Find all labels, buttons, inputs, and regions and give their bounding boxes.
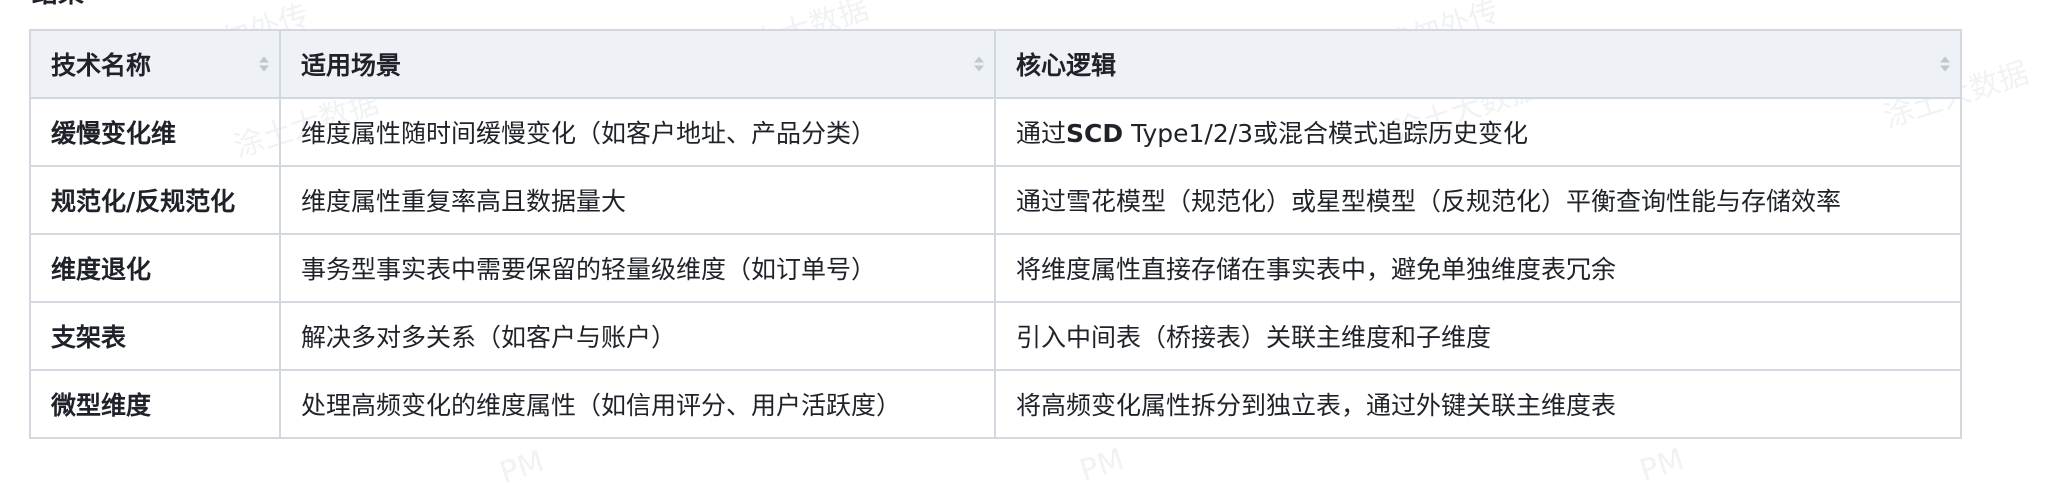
sort-icon[interactable] — [259, 56, 269, 72]
tech-name-cell: 维度退化 — [29, 233, 281, 303]
tech-name-cell: 支架表 — [29, 301, 281, 371]
scenario-cell: 事务型事实表中需要保留的轻量级维度（如订单号） — [279, 233, 996, 303]
table-row: 支架表 解决多对多关系（如客户与账户） 引入中间表（桥接表）关联主维度和子维度 — [29, 301, 1962, 371]
logic-cell: 通过雪花模型（规范化）或星型模型（反规范化）平衡查询性能与存储效率 — [994, 165, 1962, 235]
logic-cell: 通过SCD Type1/2/3或混合模式追踪历史变化 — [994, 97, 1962, 167]
logic-text: Type1/2/3或混合模式追踪历史变化 — [1123, 119, 1529, 148]
table-row: 缓慢变化维 维度属性随时间缓慢变化（如客户地址、产品分类） 通过SCD Type… — [29, 97, 1962, 167]
column-header-scenario[interactable]: 适用场景 — [279, 29, 996, 99]
tech-name-cell: 微型维度 — [29, 369, 281, 439]
table-row: 规范化/反规范化 维度属性重复率高且数据量大 通过雪花模型（规范化）或星型模型（… — [29, 165, 1962, 235]
watermark-text: PM — [1635, 442, 1689, 489]
table-row: 维度退化 事务型事实表中需要保留的轻量级维度（如订单号） 将维度属性直接存储在事… — [29, 233, 1962, 303]
column-header-logic[interactable]: 核心逻辑 — [994, 29, 1962, 99]
table-header-row: 技术名称 适用场景 核心逻辑 — [29, 29, 1962, 99]
column-header-label: 核心逻辑 — [1016, 51, 1117, 80]
logic-text: 通过 — [1016, 119, 1067, 148]
section-heading: 结果 — [32, 0, 84, 7]
logic-bold-text: SCD — [1066, 119, 1124, 148]
logic-cell: 将高频变化属性拆分到独立表，通过外键关联主维度表 — [994, 369, 1962, 439]
scenario-cell: 处理高频变化的维度属性（如信用评分、用户活跃度） — [279, 369, 996, 439]
tech-name-cell: 缓慢变化维 — [29, 97, 281, 167]
column-header-tech-name[interactable]: 技术名称 — [29, 29, 281, 99]
scenario-cell: 维度属性随时间缓慢变化（如客户地址、产品分类） — [279, 97, 996, 167]
scenario-cell: 维度属性重复率高且数据量大 — [279, 165, 996, 235]
tech-name-cell: 规范化/反规范化 — [29, 165, 281, 235]
logic-cell: 将维度属性直接存储在事实表中，避免单独维度表冗余 — [994, 233, 1962, 303]
scenario-cell: 解决多对多关系（如客户与账户） — [279, 301, 996, 371]
table-row: 微型维度 处理高频变化的维度属性（如信用评分、用户活跃度） 将高频变化属性拆分到… — [29, 369, 1962, 439]
column-header-label: 技术名称 — [51, 51, 152, 80]
logic-cell: 引入中间表（桥接表）关联主维度和子维度 — [994, 301, 1962, 371]
sort-icon[interactable] — [974, 56, 984, 72]
column-header-label: 适用场景 — [301, 51, 402, 80]
watermark-text: PM — [1075, 442, 1129, 489]
technique-table: 技术名称 适用场景 核心逻辑 缓慢变化维 维度属性随时间缓慢变化（如客户地址、产… — [29, 29, 1962, 439]
sort-icon[interactable] — [1940, 56, 1950, 72]
watermark-text: PM — [495, 444, 549, 491]
